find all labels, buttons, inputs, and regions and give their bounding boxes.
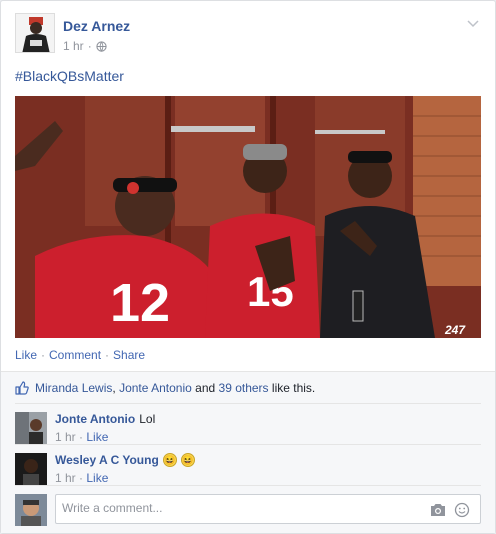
comment-like-link[interactable]: Like xyxy=(86,471,108,485)
comment-composer xyxy=(15,485,481,528)
post-text-hashtag[interactable]: #BlackQBsMatter xyxy=(15,68,124,84)
author-avatar[interactable] xyxy=(15,13,55,53)
comment-meta-dot: · xyxy=(79,430,84,444)
emoji-smile-icon[interactable] xyxy=(454,502,470,518)
commenter-name[interactable]: Jonte Antonio xyxy=(55,412,135,426)
like-link[interactable]: Like xyxy=(15,348,37,362)
comment-meta: 1 hr · Like xyxy=(55,430,108,444)
likes-comma: , xyxy=(112,381,116,395)
liker-name-1[interactable]: Miranda Lewis xyxy=(35,381,112,395)
camera-icon[interactable] xyxy=(430,503,446,517)
comment-item: Jonte Antonio Lol 1 hr · Like xyxy=(15,403,481,445)
feed-post-card: Dez Arnez 1 hr · #BlackQBsMatter 12 15 2… xyxy=(0,0,496,534)
comment-like-link[interactable]: Like xyxy=(86,430,108,444)
actions-dot-1: · xyxy=(41,348,46,362)
laughing-emoji-icon: 😆 xyxy=(162,453,177,467)
likes-text: Miranda Lewis, Jonte Antonio and 39 othe… xyxy=(35,381,315,395)
chevron-down-icon[interactable] xyxy=(465,15,481,31)
comment-item: Wesley A C Young 😆 😆 1 hr · Like xyxy=(15,444,481,486)
comment-input[interactable] xyxy=(56,495,422,521)
comment-link[interactable]: Comment xyxy=(49,348,101,362)
current-user-avatar xyxy=(15,494,47,526)
comment-body: Wesley A C Young 😆 😆 xyxy=(55,453,195,467)
globe-icon xyxy=(96,40,107,52)
post-header: Dez Arnez 1 hr · xyxy=(15,13,481,57)
comments-section: Jonte Antonio Lol 1 hr · Like Wesley A C… xyxy=(1,403,495,533)
comment-time[interactable]: 1 hr xyxy=(55,430,76,444)
share-link[interactable]: Share xyxy=(113,348,145,362)
comment-meta: 1 hr · Like xyxy=(55,471,108,485)
commenter-avatar[interactable] xyxy=(15,453,47,485)
comment-body: Jonte Antonio Lol xyxy=(55,412,155,426)
commenter-name[interactable]: Wesley A C Young xyxy=(55,453,159,467)
comment-text: Lol xyxy=(139,412,156,426)
likes-and: and xyxy=(195,381,216,395)
post-actions: Like · Comment · Share xyxy=(15,348,145,362)
commenter-avatar[interactable] xyxy=(15,412,47,444)
likes-summary: Miranda Lewis, Jonte Antonio and 39 othe… xyxy=(1,371,495,404)
thumbs-up-icon xyxy=(15,381,29,395)
post-meta: 1 hr · xyxy=(63,39,107,53)
meta-separator: · xyxy=(87,39,92,53)
comment-time[interactable]: 1 hr xyxy=(55,471,76,485)
actions-dot-2: · xyxy=(105,348,110,362)
author-name[interactable]: Dez Arnez xyxy=(63,18,130,34)
post-time[interactable]: 1 hr xyxy=(63,39,84,53)
liker-name-2[interactable]: Jonte Antonio xyxy=(119,381,192,395)
laughing-emoji-icon: 😆 xyxy=(180,453,195,467)
comment-meta-dot: · xyxy=(79,471,84,485)
photo-watermark: 247 xyxy=(444,323,466,337)
jersey-number-left: 12 xyxy=(110,273,170,333)
likes-others-link[interactable]: 39 others xyxy=(219,381,269,395)
likes-suffix: like this. xyxy=(271,381,316,395)
comment-input-box[interactable] xyxy=(55,494,481,524)
post-photo[interactable]: 12 15 247 xyxy=(15,96,481,338)
